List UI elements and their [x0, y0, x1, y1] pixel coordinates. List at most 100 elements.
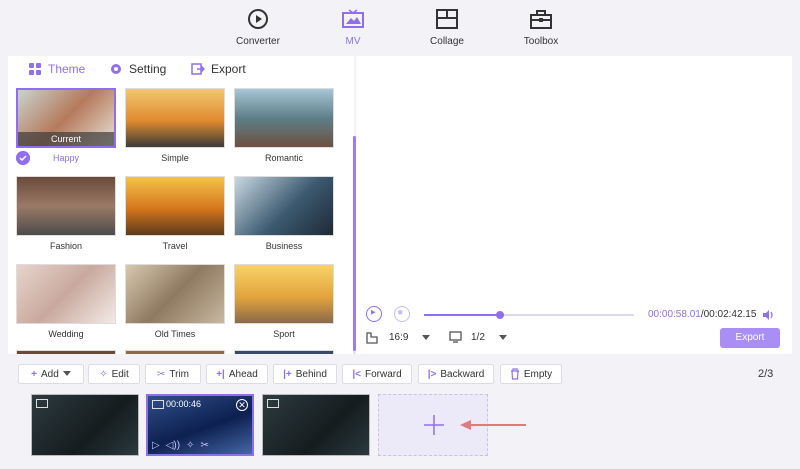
theme-travel[interactable]: Travel: [125, 176, 225, 251]
theme-thumbnail: [125, 88, 225, 148]
panel-tabs: Theme Setting Export: [8, 56, 354, 84]
forward-icon: |<: [352, 368, 361, 380]
theme-thumbnail: [234, 264, 334, 324]
nav-collage[interactable]: Collage: [412, 6, 482, 47]
forward-button[interactable]: |< Forward: [342, 364, 412, 384]
ahead-icon: +|: [216, 368, 225, 380]
tab-export[interactable]: Export: [191, 62, 246, 76]
film-icon: [36, 399, 48, 408]
page-total: /3: [764, 368, 774, 380]
toolbox-icon: [530, 10, 552, 29]
theme-thumbnail: Current: [16, 88, 116, 148]
export-icon: [191, 63, 205, 75]
tab-setting[interactable]: Setting: [109, 62, 166, 76]
theme-label: Travel: [162, 241, 188, 251]
play-button[interactable]: [366, 306, 382, 322]
nav-converter[interactable]: Converter: [223, 6, 293, 47]
theme-label: Wedding: [48, 329, 84, 339]
progress-handle[interactable]: [495, 311, 504, 319]
magic-wand-icon: ✧: [99, 368, 108, 380]
clip-thumbnail[interactable]: [31, 394, 139, 456]
theme-label: Old Times: [154, 329, 196, 339]
clip-page-count: 2/3: [758, 368, 773, 380]
ahead-button[interactable]: +| Ahead: [206, 364, 268, 384]
nav-collage-label: Collage: [430, 36, 464, 47]
progress-bar[interactable]: [424, 311, 634, 319]
theme-thumbnail: [125, 264, 225, 324]
theme-thumbnail: [16, 264, 116, 324]
theme-label: Business: [265, 241, 303, 251]
screen-page-value[interactable]: 1/2: [471, 332, 485, 343]
theme-grid: Current Happy Simple Romantic Fashion Tr…: [8, 88, 348, 354]
theme-label: Simple: [161, 153, 189, 163]
theme-label: Sport: [273, 329, 295, 339]
chevron-down-icon[interactable]: [499, 335, 507, 341]
current-time: 00:00:58.01: [648, 309, 701, 320]
clip-thumbnail-selected[interactable]: 00:00:46 ✕ ▷ ◁)) ✧ ✂: [146, 394, 254, 456]
clip-timeline: 00:00:46 ✕ ▷ ◁)) ✧ ✂: [0, 390, 800, 469]
behind-icon: |+: [283, 368, 292, 380]
nav-converter-label: Converter: [236, 36, 280, 47]
edit-label: Edit: [111, 368, 129, 380]
edit-button[interactable]: ✧ Edit: [88, 364, 140, 384]
plus-icon: +: [31, 368, 38, 380]
backward-button[interactable]: |> Backward: [418, 364, 494, 384]
close-icon[interactable]: ✕: [236, 399, 248, 411]
backward-label: Backward: [440, 368, 485, 380]
theme-wedding[interactable]: Wedding: [16, 264, 116, 339]
theme-thumbnail: [125, 176, 225, 236]
trim-label: Trim: [169, 368, 189, 380]
clip-thumbnail[interactable]: [262, 394, 370, 456]
theme-thumbnail: [234, 88, 334, 148]
theme-old-times[interactable]: Old Times: [125, 264, 225, 339]
chevron-down-icon: [62, 371, 71, 376]
chevron-down-icon[interactable]: [422, 335, 430, 341]
nav-toolbox[interactable]: Toolbox: [506, 6, 576, 47]
clip-actions: ▷ ◁)) ✧ ✂: [152, 440, 209, 451]
theme-label: Happy: [52, 153, 79, 163]
theme-simple[interactable]: Simple: [125, 88, 225, 163]
top-nav: Converter MV Collage Toolbox: [0, 0, 800, 54]
play-icon[interactable]: ▷: [152, 440, 160, 451]
theme-label: Fashion: [49, 241, 83, 251]
collage-icon: [436, 9, 458, 29]
total-time: /00:02:42.15: [700, 309, 757, 320]
volume-icon[interactable]: [761, 308, 775, 322]
empty-button[interactable]: Empty: [500, 364, 562, 384]
trim-button[interactable]: ✂ Trim: [145, 364, 201, 384]
tab-theme[interactable]: Theme: [28, 62, 85, 76]
arrow-icon: [460, 420, 526, 430]
current-label: Current: [18, 132, 114, 146]
monitor-icon: [449, 331, 462, 343]
theme-label: Romantic: [264, 153, 303, 163]
play-icon: [371, 309, 376, 315]
aspect-ratio-value[interactable]: 16:9: [389, 332, 408, 343]
scissors-icon[interactable]: ✂: [200, 440, 208, 451]
backward-icon: |>: [427, 368, 437, 380]
clip-toolbar: + Add ✧ Edit ✂ Trim +| Ahead |+ Behind |…: [0, 354, 800, 390]
add-button[interactable]: + Add: [18, 364, 84, 384]
nav-mv-label: MV: [345, 36, 361, 47]
clip-duration: 00:00:46: [166, 399, 202, 409]
plus-icon: [424, 415, 444, 435]
export-button[interactable]: Export: [720, 328, 780, 348]
nav-toolbox-label: Toolbox: [523, 36, 559, 47]
volume-icon[interactable]: ◁)): [166, 440, 180, 451]
theme-romantic[interactable]: Romantic: [234, 88, 334, 163]
theme-fashion[interactable]: Fashion: [16, 176, 116, 251]
behind-label: Behind: [295, 368, 327, 380]
scissors-icon: ✂: [156, 368, 166, 380]
nav-mv[interactable]: MV: [318, 6, 388, 47]
check-icon: [16, 151, 30, 165]
aspect-ratio-icon: [366, 332, 378, 344]
behind-button[interactable]: |+ Behind: [273, 364, 337, 384]
ahead-label: Ahead: [228, 368, 258, 380]
gear-icon: [111, 64, 121, 74]
magic-wand-icon[interactable]: ✧: [186, 440, 194, 451]
preview-panel: 00:00:58.01/00:02:42.15 16:9 1/2 Export: [356, 56, 792, 354]
stop-button[interactable]: [394, 306, 410, 322]
theme-happy[interactable]: Current Happy: [16, 88, 116, 163]
theme-business[interactable]: Business: [234, 176, 334, 251]
theme-sport[interactable]: Sport: [234, 264, 334, 339]
theme-thumbnail: [234, 176, 334, 236]
